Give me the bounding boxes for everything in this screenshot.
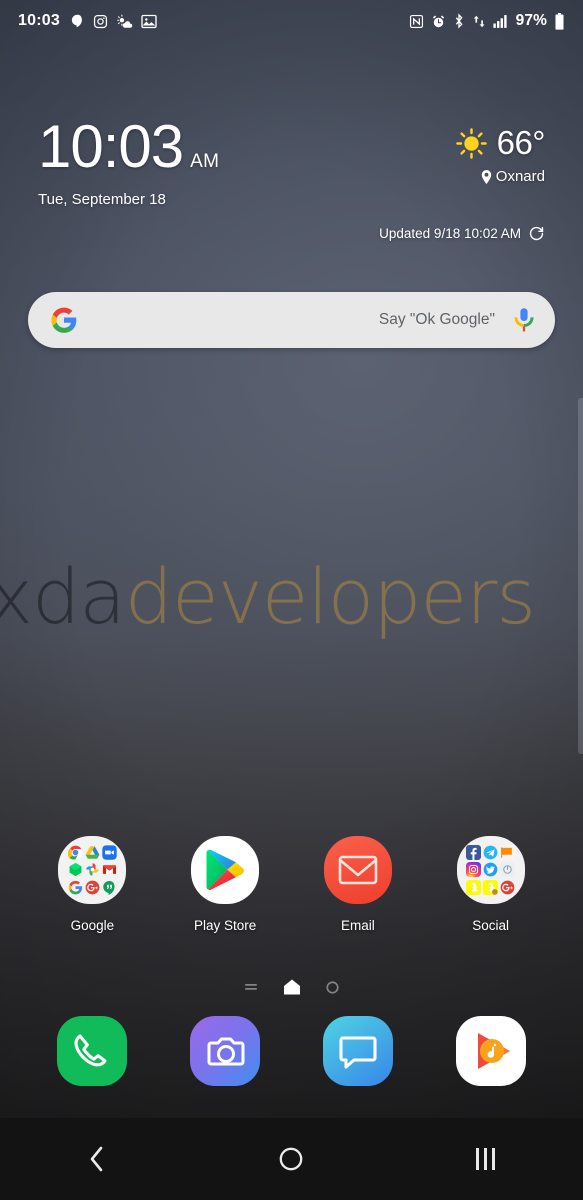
search-placeholder: Say "Ok Google": [378, 311, 495, 328]
refresh-icon[interactable]: [528, 225, 545, 242]
clock-weather-widget[interactable]: 10:03 AM Tue, September 18 66° Oxnard Up…: [0, 113, 583, 242]
snapchat-icon: [465, 879, 481, 895]
alarm-icon: [432, 15, 444, 27]
battery-percent: 97%: [515, 12, 547, 29]
instagram-folder-icon: [465, 862, 481, 878]
app-label: Email: [340, 918, 375, 933]
photos-icon: [86, 863, 99, 877]
dock-item-play-music[interactable]: [424, 1014, 557, 1088]
social-folder-icon[interactable]: [456, 836, 525, 904]
hangouts-folder-icon: [103, 880, 115, 895]
dock-item-phone[interactable]: [26, 1014, 159, 1088]
app-label: Play Store: [193, 918, 257, 933]
dock-item-messages[interactable]: [292, 1014, 425, 1088]
camera-icon[interactable]: [188, 1014, 262, 1088]
battery-icon: [555, 12, 564, 30]
app-item-social-folder[interactable]: Social: [424, 836, 557, 933]
dock: [0, 1014, 583, 1088]
clock-time-row: 10:03 AM: [38, 113, 220, 180]
page-dot-bixby[interactable]: [243, 979, 259, 995]
google-search-bar[interactable]: Say "Ok Google": [28, 292, 555, 348]
watermark-xda: xda: [0, 552, 126, 641]
app-grid: Google Play Store Email Social: [0, 836, 583, 933]
drive-icon: [85, 846, 100, 859]
clock-ampm: AM: [190, 151, 220, 172]
play-music-icon[interactable]: [454, 1014, 528, 1088]
google-folder-icon[interactable]: [58, 836, 127, 904]
gallery-icon: [141, 14, 157, 28]
nfc-icon: [409, 14, 423, 28]
grey-circle-icon: [500, 862, 516, 878]
status-bar[interactable]: 10:03 97%: [0, 0, 583, 42]
bluetooth-icon: [455, 13, 463, 29]
google-plus-social-icon: [501, 880, 515, 895]
home-icon: [280, 1147, 303, 1171]
page-dot-third[interactable]: [325, 980, 340, 995]
message-icon[interactable]: [321, 1014, 395, 1088]
weather-updated-row[interactable]: Updated 9/18 10:02 AM: [38, 225, 545, 242]
signal-icon: [493, 14, 507, 28]
microphone-icon[interactable]: [513, 307, 535, 333]
phone-icon[interactable]: [55, 1014, 129, 1088]
status-bar-clock: 10:03: [18, 12, 60, 29]
chrome-icon: [67, 845, 82, 860]
google-plus-icon: [85, 880, 100, 895]
email-icon[interactable]: [323, 836, 392, 904]
twitter-icon: [483, 863, 498, 877]
telegram-icon: [483, 845, 498, 860]
weather-updated-text: Updated 9/18 10:02 AM: [379, 226, 521, 241]
edge-panel-handle[interactable]: [578, 398, 583, 754]
weather-temperature: 66°: [496, 124, 546, 161]
app-label: Google: [70, 918, 115, 933]
clock-block[interactable]: 10:03 AM Tue, September 18: [38, 113, 220, 209]
data-transfer-icon: [473, 15, 485, 27]
clock-hours-minutes: 10:03: [38, 113, 184, 180]
page-indicator: [0, 978, 583, 996]
snapchat-alt-icon: [483, 879, 499, 895]
navigation-bar: [0, 1118, 583, 1200]
dock-item-camera[interactable]: [159, 1014, 292, 1088]
play-store-icon[interactable]: [191, 836, 260, 904]
weather-block[interactable]: 66° Oxnard: [455, 118, 546, 185]
nav-back-button[interactable]: [0, 1118, 194, 1200]
sun-icon: [455, 127, 487, 159]
duo-icon: [102, 845, 117, 860]
location-pin-icon: [481, 169, 492, 184]
app-item-google-folder[interactable]: Google: [26, 836, 159, 933]
watermark-developers: developers: [124, 552, 536, 641]
home-screen: 10:03 97% 10:03 AM Tue, September 18 66°…: [0, 0, 583, 1200]
envelope-glyph: [338, 855, 378, 885]
keep-icon: [69, 863, 81, 877]
recents-icon: [476, 1148, 496, 1170]
flag-icon: [500, 845, 516, 861]
clock-date: Tue, September 18: [38, 191, 166, 208]
gmail-icon: [103, 865, 117, 875]
weather-icon: [116, 14, 133, 28]
status-bar-right: 97%: [409, 12, 565, 30]
hangouts-icon: [71, 14, 82, 28]
nav-recents-button[interactable]: [389, 1118, 583, 1200]
google-icon: [68, 880, 82, 895]
play-store-glyph: [206, 849, 244, 890]
facebook-icon: [465, 845, 481, 861]
app-item-play-store[interactable]: Play Store: [159, 836, 292, 933]
google-g-icon[interactable]: [50, 306, 78, 334]
nav-home-button[interactable]: [194, 1118, 388, 1200]
app-label: Social: [472, 918, 510, 933]
back-icon: [90, 1146, 103, 1172]
instagram-icon: [93, 14, 107, 28]
page-dot-home[interactable]: [283, 978, 301, 996]
status-bar-left: 10:03: [18, 12, 157, 30]
app-item-email[interactable]: Email: [292, 836, 425, 933]
weather-location: Oxnard: [495, 168, 545, 185]
xda-developers-watermark: xdadevelopers: [0, 552, 583, 641]
